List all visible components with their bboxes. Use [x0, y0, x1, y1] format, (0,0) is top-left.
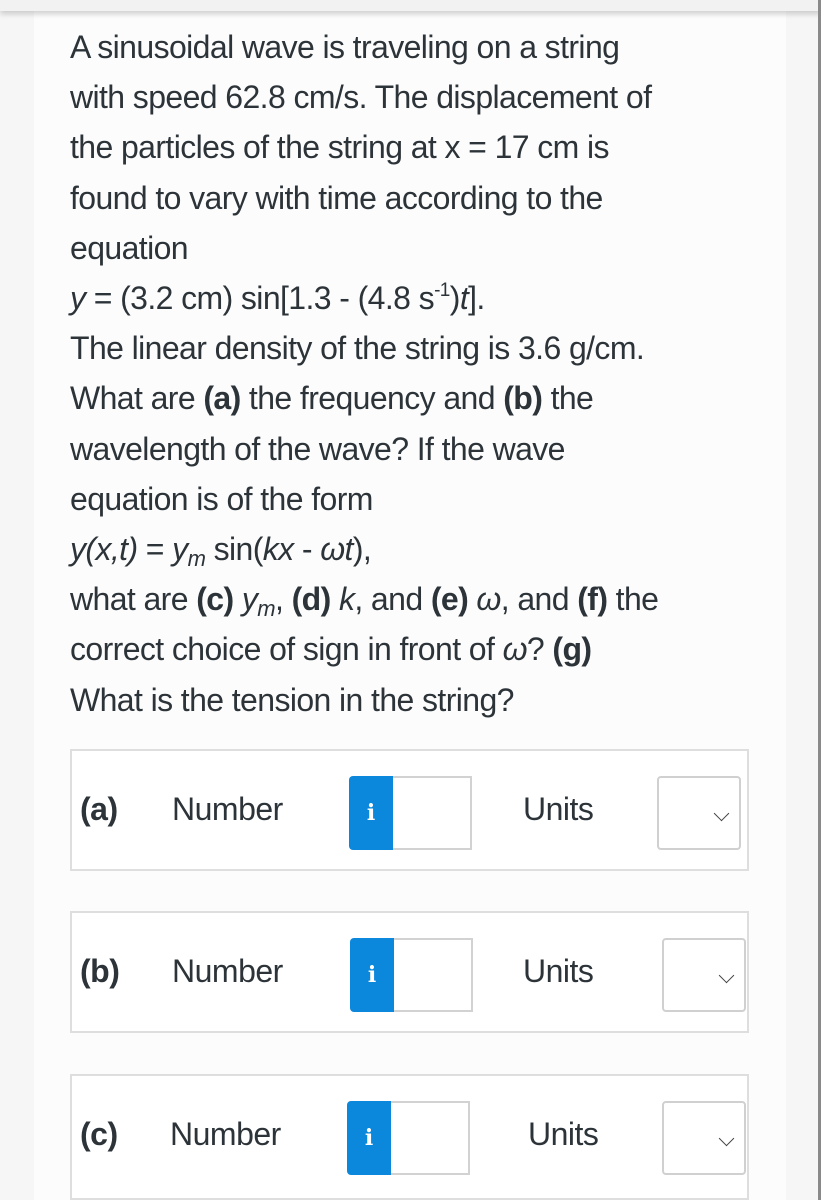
- units-label: Units: [523, 791, 594, 827]
- eq-subscript: m: [187, 546, 206, 572]
- info-glyph: i: [366, 800, 376, 826]
- units-label: Units: [523, 953, 594, 989]
- eq-text: =: [137, 531, 173, 568]
- text: , and: [354, 581, 431, 618]
- question-line: A sinusoidal wave is traveling on a stri…: [70, 29, 620, 65]
- answer-row-a: (a) Number i Units: [70, 749, 749, 871]
- number-input-b[interactable]: [394, 938, 473, 1012]
- number-input-c[interactable]: [391, 1101, 470, 1175]
- number-label: Number: [172, 791, 283, 827]
- question-line: found to vary with time according to the: [70, 179, 603, 216]
- text: ,: [274, 581, 292, 618]
- eq-text: -: [293, 531, 321, 568]
- eq-var: k: [338, 581, 355, 618]
- eq-var: y: [241, 581, 258, 618]
- question-line: The linear density of the string is 3.6 …: [70, 330, 645, 367]
- wave-form-equation: y(x,t) = ym sin(kx - ωt),: [70, 524, 750, 574]
- text: , and: [500, 581, 578, 618]
- displacement-equation: y = (3.2 cm) sin[1.3 - (4.8 s-1)t].: [70, 273, 750, 323]
- question-line: what are (c) ym, (d) k, and (e) ω, and (…: [70, 574, 750, 624]
- eq-text: = (3.2 cm) sin[1.3 - (4.8 s: [85, 280, 435, 317]
- question-line: What are (a) the frequency and (b) the: [70, 373, 750, 423]
- number-input-a[interactable]: [393, 776, 472, 850]
- part-label: (c): [80, 1116, 118, 1152]
- eq-subscript: m: [257, 596, 275, 622]
- eq-text: ].: [468, 280, 485, 317]
- info-icon[interactable]: i: [350, 938, 394, 1012]
- eq-var: ωt: [320, 531, 353, 568]
- eq-var: ω: [476, 581, 501, 618]
- eq-var: kx: [262, 531, 294, 568]
- units-label: Units: [528, 1116, 599, 1152]
- part-label: (a): [80, 791, 118, 827]
- info-glyph: i: [364, 1125, 374, 1151]
- question-line: correct choice of sign in front of ω? (g…: [70, 624, 750, 674]
- part-ref: (b): [503, 380, 543, 417]
- part-ref: (d): [291, 581, 332, 618]
- eq-text: ),: [352, 531, 372, 568]
- part-ref: (e): [430, 581, 469, 618]
- units-select-c[interactable]: [662, 1101, 746, 1175]
- number-label: Number: [170, 1116, 281, 1152]
- part-ref: (f): [577, 581, 608, 618]
- question-line: equation: [70, 229, 189, 266]
- text: What are: [70, 380, 204, 417]
- text: the: [607, 581, 659, 618]
- chevron-down-icon: [713, 805, 730, 822]
- units-select-b[interactable]: [662, 938, 746, 1012]
- part-ref: (a): [203, 380, 241, 417]
- top-bar: [0, 0, 821, 11]
- info-icon[interactable]: i: [347, 1101, 391, 1175]
- chevron-down-icon: [718, 1130, 735, 1147]
- info-glyph: i: [367, 962, 377, 988]
- question-text: A sinusoidal wave is traveling on a stri…: [70, 22, 750, 725]
- eq-text: ): [449, 280, 461, 317]
- info-icon[interactable]: i: [349, 776, 393, 850]
- text: the frequency and: [240, 380, 504, 417]
- units-select-a[interactable]: [657, 776, 741, 850]
- eq-text: sin(: [205, 531, 264, 568]
- text: correct choice of sign in front of: [70, 631, 503, 668]
- eq-var: ω: [502, 631, 528, 668]
- answer-row-b: (b) Number i Units: [70, 911, 749, 1033]
- question-line: equation is of the form: [70, 480, 373, 517]
- eq-var: t: [459, 280, 469, 317]
- answer-row-c: (c) Number i Units: [70, 1074, 749, 1200]
- chevron-down-icon: [718, 967, 735, 984]
- question-line: What is the tension in the string?: [70, 681, 514, 718]
- part-ref: (c): [196, 581, 234, 618]
- eq-var: y: [172, 531, 188, 568]
- question-line: with speed 62.8 cm/s. The displacement o…: [70, 79, 652, 116]
- text: the: [542, 380, 594, 417]
- part-label: (b): [80, 953, 120, 989]
- question-line: wavelength of the wave? If the wave: [70, 430, 565, 467]
- eq-var: y: [70, 280, 86, 317]
- question-line: the particles of the string at x = 17 cm…: [70, 129, 610, 166]
- part-ref: (g): [552, 631, 592, 668]
- text: ?: [526, 631, 553, 668]
- text: what are: [70, 581, 197, 618]
- eq-exponent: -1: [434, 280, 450, 302]
- eq-var: y(x,t): [70, 531, 138, 568]
- number-label: Number: [172, 953, 283, 989]
